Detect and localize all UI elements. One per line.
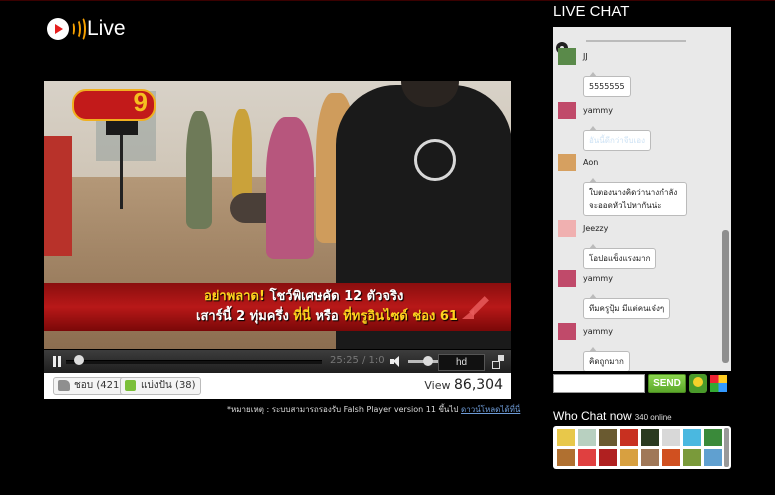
- chat-username: yammy: [583, 106, 613, 115]
- ticker-line-1: อย่าพลาด! โชว์พิเศษคัด 12 ตัวจริง: [204, 289, 404, 304]
- chat-message-bubble: อันนี้ดีกว่าจีบเอง: [583, 126, 651, 151]
- online-user-avatar[interactable]: [662, 429, 680, 446]
- user-avatar: [558, 48, 576, 65]
- online-user-avatar[interactable]: [704, 449, 722, 466]
- channel-logo: 9: [72, 87, 156, 121]
- seek-handle[interactable]: [73, 355, 84, 365]
- thumbs-up-icon: [58, 380, 70, 391]
- chat-username: yammy: [583, 327, 613, 336]
- play-icon: [47, 18, 69, 40]
- volume-icon[interactable]: [390, 356, 402, 367]
- broadcast-waves-icon: [70, 16, 86, 42]
- user-avatar: [558, 270, 576, 287]
- share-bar: ชอบ (421) แบ่งปัน (38) View 86,304: [44, 373, 511, 399]
- user-avatar: [558, 323, 576, 340]
- chat-message-bubble: โอปอแข็งแรงมาก: [583, 244, 657, 269]
- chat-username: Aon: [583, 158, 599, 167]
- video-person: [232, 109, 252, 201]
- video-player[interactable]: 9 อย่าพลาด! โชว์พิเศษคัด 12 ตัวจริง เสาร…: [44, 81, 511, 349]
- top-border: [0, 0, 775, 1]
- video-person: [186, 111, 212, 229]
- arrow-head-icon: [462, 309, 474, 319]
- share-button[interactable]: แบ่งปัน (38): [120, 377, 201, 395]
- ticker-line-2: เสาร์นี้ 2 ทุ่มครึ่ง ที่นี่ หรือ ที่ทรูอ…: [196, 309, 458, 324]
- online-user-avatar[interactable]: [557, 449, 575, 466]
- who-chat-panel: [553, 426, 731, 469]
- shirt-logo-icon: [414, 139, 456, 181]
- online-user-avatar[interactable]: [662, 449, 680, 466]
- chat-panel: JJ 5555555 yammy อันนี้ดีกว่าจีบเอง Aon ใบตอง…: [553, 27, 731, 371]
- download-link[interactable]: ดาวน์โหลดได้ที่นี่: [461, 405, 520, 414]
- chat-input[interactable]: [553, 374, 645, 393]
- online-user-avatar[interactable]: [704, 429, 722, 446]
- player-controls: 25:25 / 1:0 hd: [44, 350, 511, 373]
- online-user-avatar[interactable]: [557, 429, 575, 446]
- like-button[interactable]: ชอบ (421): [53, 377, 129, 395]
- online-user-avatar[interactable]: [578, 449, 596, 466]
- chat-username: Jeezzy: [583, 224, 609, 233]
- chat-divider: [586, 40, 686, 42]
- user-avatar: [558, 102, 576, 119]
- logo-text: Live: [87, 17, 126, 40]
- online-user-avatar[interactable]: [641, 449, 659, 466]
- online-users: [557, 429, 722, 469]
- chat-message-bubble: ทีมครูปุ้ม มีแต่คนเจ๋งๆ: [583, 294, 671, 319]
- user-avatar: [558, 154, 576, 171]
- online-user-avatar[interactable]: [599, 429, 617, 446]
- channel-number: 9: [133, 87, 148, 117]
- online-count: 340 online: [634, 413, 672, 422]
- share-label: แบ่งปัน (38): [141, 380, 196, 391]
- video-scene-prop: [44, 136, 72, 256]
- share-icon: [125, 380, 136, 391]
- playback-time: 25:25 / 1:0: [330, 355, 385, 366]
- volume-handle[interactable]: [423, 356, 433, 366]
- online-user-avatar[interactable]: [578, 429, 596, 446]
- site-logo[interactable]: Live: [47, 16, 126, 42]
- like-label: ชอบ (421): [74, 380, 124, 391]
- video-scene-stand: [120, 135, 123, 209]
- chat-message-bubble: คิดถูกมาก: [583, 347, 630, 371]
- fullscreen-icon[interactable]: [492, 355, 504, 369]
- online-user-avatar[interactable]: [620, 449, 638, 466]
- view-count: View 86,304: [424, 377, 503, 393]
- video-person: [266, 117, 314, 259]
- online-user-avatar[interactable]: [620, 429, 638, 446]
- chat-username: yammy: [583, 274, 613, 283]
- chat-scrollbar[interactable]: [722, 230, 729, 363]
- emoji-icon[interactable]: [689, 374, 707, 393]
- who-chat-scrollbar[interactable]: [724, 428, 729, 467]
- chat-username: JJ: [583, 52, 588, 61]
- online-user-avatar[interactable]: [683, 429, 701, 446]
- online-user-avatar[interactable]: [683, 449, 701, 466]
- chat-title: LIVE CHAT: [553, 3, 630, 20]
- flash-notice: *หมายเหตุ : ระบบสามารถรองรับ Falsh Playe…: [227, 405, 521, 414]
- hd-quality-button[interactable]: hd: [438, 354, 485, 371]
- seek-bar[interactable]: [66, 360, 322, 364]
- who-chat-title: Who Chat now 340 online: [553, 409, 672, 423]
- pause-icon[interactable]: [52, 356, 62, 367]
- send-button[interactable]: SEND: [648, 374, 686, 393]
- online-user-avatar[interactable]: [599, 449, 617, 466]
- chat-message-bubble: 5555555: [583, 72, 631, 97]
- sticker-icon[interactable]: [710, 375, 727, 392]
- online-user-avatar[interactable]: [641, 429, 659, 446]
- chat-message-bubble: ใบตองนางคิดว่านางกำลัง จะออดหัวไปหากันน่…: [583, 178, 687, 216]
- user-avatar: [558, 220, 576, 237]
